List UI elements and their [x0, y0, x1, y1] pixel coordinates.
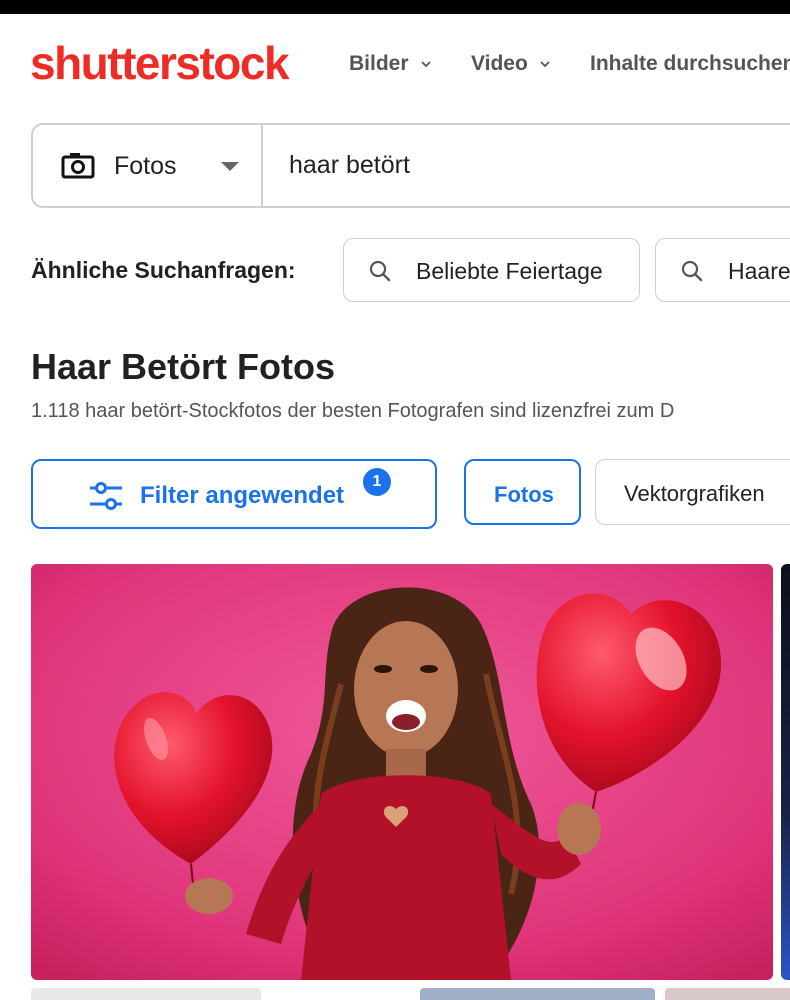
caret-down-icon — [221, 162, 239, 171]
search-icon — [369, 260, 391, 282]
media-type-select[interactable]: Fotos — [33, 125, 263, 206]
result-image[interactable] — [31, 564, 773, 980]
woman-with-heart-balloons-photo — [31, 564, 773, 980]
next-result-image[interactable] — [781, 564, 790, 980]
related-chip-haare[interactable]: Haare — [655, 238, 790, 302]
page-title: Haar Betört Fotos — [31, 346, 336, 387]
type-pill-label: Fotos — [494, 482, 554, 507]
result-thumbnail[interactable] — [665, 988, 790, 1000]
related-chip-beliebte-feiertage[interactable]: Beliebte Feiertage — [343, 238, 640, 302]
filter-button-label: Filter angewendet — [140, 482, 345, 509]
sliders-icon — [90, 482, 122, 510]
nav-bilder[interactable]: Bilder — [349, 52, 431, 76]
type-pill-vektorgrafiken[interactable]: Vektorgrafiken — [595, 459, 790, 525]
search-input[interactable] — [289, 151, 769, 180]
nav-video-label: Video — [471, 52, 528, 75]
nav-inhalte-durchsuchen[interactable]: Inhalte durchsuchen — [590, 52, 790, 76]
nav-video[interactable]: Video — [471, 52, 550, 76]
search-icon — [681, 260, 703, 282]
chevron-down-icon — [540, 61, 550, 68]
nav-inhalte-label: Inhalte durchsuchen — [590, 52, 790, 75]
media-type-label: Fotos — [114, 152, 177, 180]
related-chip-label: Beliebte Feiertage — [416, 258, 603, 284]
type-pill-label: Vektorgrafiken — [624, 481, 765, 506]
type-pill-fotos[interactable]: Fotos — [464, 459, 581, 525]
shutterstock-logo[interactable]: shutterstock — [30, 36, 290, 90]
camera-icon — [61, 153, 95, 179]
search-bar: Fotos — [31, 123, 790, 208]
status-bar — [0, 0, 790, 14]
nav-bilder-label: Bilder — [349, 52, 409, 75]
result-thumbnail[interactable] — [31, 988, 261, 1000]
related-chip-label: Haare — [728, 258, 790, 284]
result-thumbnail[interactable] — [420, 988, 655, 1000]
related-searches-label: Ähnliche Suchanfragen: — [31, 257, 296, 283]
chevron-down-icon — [420, 61, 431, 68]
site-header: shutterstock Bilder Video Inhalte durchs… — [0, 14, 790, 114]
results-subtitle: 1.118 haar betört-Stockfotos der besten … — [31, 400, 675, 422]
filter-count-badge: 1 — [363, 468, 391, 496]
